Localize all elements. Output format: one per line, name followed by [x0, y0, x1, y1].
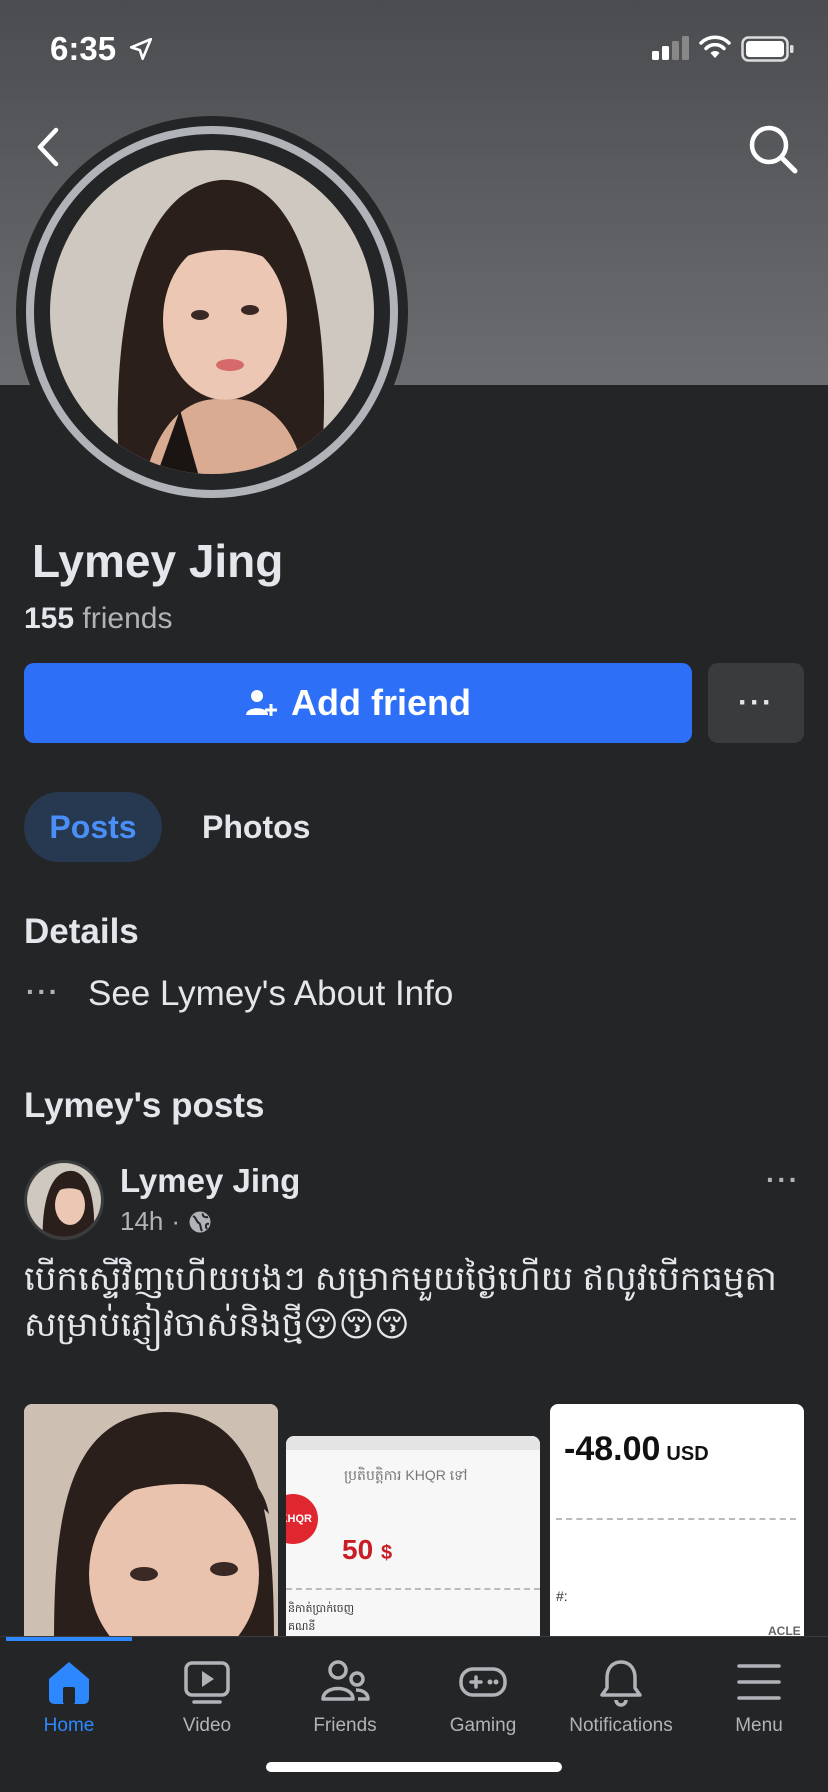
status-time: 6:35: [50, 30, 117, 67]
more-dots-icon: ···: [26, 976, 60, 1007]
active-tab-indicator: [6, 1637, 132, 1641]
post-image-1-illustration: [24, 1404, 278, 1636]
image-3-amount: -48.00 USD: [564, 1430, 709, 1469]
add-friend-icon: [246, 690, 277, 716]
post-meta-separator: ·: [171, 1206, 181, 1236]
nav-gaming[interactable]: Gaming: [414, 1657, 552, 1757]
back-button[interactable]: [30, 122, 66, 172]
bell-icon: [600, 1660, 642, 1707]
image-2-line-1: និកាត់ប្រាក់ចេញ: [288, 1603, 355, 1615]
post-more-button[interactable]: ···: [766, 1164, 800, 1196]
image-2-title: ប្រតិបត្តិការ KHQR ទៅ: [344, 1467, 468, 1483]
details-heading: Details: [24, 912, 139, 951]
nav-gaming-label: Gaming: [449, 1715, 517, 1736]
image-2-divider: [286, 1588, 540, 1590]
post-text: បើកស្ទើវិញហើយបងៗ សម្រាកមួយថ្ងៃហើយ ឥលូវបើ…: [24, 1260, 777, 1344]
nav-friends[interactable]: Friends: [276, 1657, 414, 1757]
image-3-amount-value: -48.00: [564, 1430, 661, 1468]
image-3-divider: [556, 1518, 796, 1520]
image-2-amount: 50 $: [342, 1534, 392, 1566]
profile-more-button[interactable]: ···: [708, 663, 804, 743]
profile-photo-image: [50, 150, 374, 474]
post-author-avatar[interactable]: [24, 1160, 104, 1240]
cellular-signal-icon: [652, 36, 689, 60]
post-author-name[interactable]: Lymey Jing: [120, 1162, 300, 1200]
posts-heading: Lymey's posts: [24, 1086, 265, 1125]
globe-icon: [189, 1211, 211, 1232]
tab-photos[interactable]: Photos: [202, 792, 310, 862]
image-2-currency: $: [380, 1542, 393, 1564]
home-indicator-bar[interactable]: [266, 1762, 562, 1772]
nav-home-label: Home: [43, 1715, 95, 1736]
profile-photo-illustration: [50, 150, 374, 474]
gaming-icon: [459, 1667, 507, 1697]
location-arrow-icon: [129, 37, 153, 61]
friends-count[interactable]: 155 friends: [24, 602, 172, 636]
add-friend-label: Add friend: [291, 682, 471, 723]
menu-icon: [737, 1664, 781, 1700]
tab-posts[interactable]: Posts: [24, 792, 162, 862]
video-icon: [184, 1661, 230, 1704]
status-bar: 6:35: [0, 0, 828, 100]
image-3-currency: USD: [666, 1443, 709, 1465]
image-2-amount-value: 50: [342, 1534, 374, 1565]
profile-picture-border: [26, 126, 398, 498]
search-icon: [749, 125, 798, 174]
profile-picture[interactable]: [16, 116, 408, 508]
home-icon: [49, 1662, 89, 1704]
nav-notifications-label: Notifications: [569, 1715, 673, 1736]
nav-menu[interactable]: Menu: [690, 1657, 828, 1757]
nav-friends-label: Friends: [313, 1715, 377, 1736]
post-image-2[interactable]: ប្រតិបត្តិការ KHQR ទៅ KHQR 50 $ និកាត់ប្…: [286, 1436, 540, 1636]
nav-video-label: Video: [182, 1715, 232, 1736]
nav-video[interactable]: Video: [138, 1657, 276, 1757]
post-image-3[interactable]: -48.00 USD #: ACLE: [550, 1404, 804, 1636]
post-time[interactable]: 14h: [120, 1206, 163, 1237]
nav-menu-label: Menu: [735, 1715, 783, 1736]
profile-name: Lymey Jing: [32, 535, 284, 587]
nav-home[interactable]: Home: [0, 1657, 138, 1757]
add-friend-button[interactable]: Add friend: [24, 663, 692, 743]
wifi-icon: [699, 35, 731, 58]
battery-icon: [741, 36, 794, 62]
chevron-left-icon: [37, 127, 59, 167]
image-3-hash: #:: [556, 1588, 568, 1604]
friends-count-number: 155: [24, 602, 75, 635]
about-info-link[interactable]: See Lymey's About Info: [88, 974, 453, 1014]
search-button[interactable]: [746, 122, 800, 176]
image-3-footer: ACLE: [768, 1624, 801, 1636]
nav-notifications[interactable]: Notifications: [552, 1657, 690, 1757]
friends-count-suffix: friends: [74, 602, 173, 635]
post-meta: 14h ·: [120, 1206, 212, 1237]
post-image-1[interactable]: [24, 1404, 278, 1636]
khqr-badge: KHQR: [286, 1494, 318, 1544]
image-2-line-2: គណនី: [288, 1621, 316, 1633]
friends-icon: [321, 1660, 370, 1701]
post-avatar-illustration: [27, 1163, 101, 1237]
image-2-header-bar: [286, 1436, 540, 1450]
